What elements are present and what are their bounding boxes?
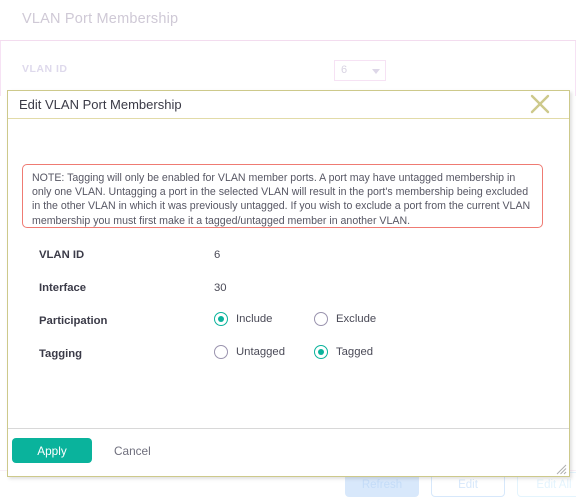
interface-label: Interface: [39, 282, 87, 294]
resize-grip-icon[interactable]: [555, 462, 567, 475]
field-row-vlan-id: VLAN ID 6: [8, 246, 569, 279]
background-vlan-id-select-value: 6: [341, 64, 348, 76]
background-panel-left-edge: [0, 41, 1, 96]
background-vlan-id-label: VLAN ID: [22, 63, 68, 75]
note-box: NOTE: Tagging will only be enabled for V…: [22, 164, 543, 228]
radio-label-untagged: Untagged: [236, 346, 285, 358]
close-icon[interactable]: [525, 89, 555, 119]
interface-value: 30: [214, 282, 227, 294]
radio-participation-include[interactable]: Include: [214, 312, 272, 326]
radio-tagging-tagged[interactable]: Tagged: [314, 345, 373, 359]
note-text: NOTE: Tagging will only be enabled for V…: [32, 172, 531, 227]
dialog-titlebar: Edit VLAN Port Membership: [8, 91, 569, 119]
form-fields: VLAN ID 6 Interface 30 Participation Inc…: [8, 246, 569, 378]
field-row-tagging: Tagging Untagged Tagged: [8, 345, 569, 378]
dialog-title: Edit VLAN Port Membership: [19, 97, 182, 112]
radio-icon-selected: [214, 312, 228, 326]
radio-icon-unselected: [314, 312, 328, 326]
radio-icon-unselected: [214, 345, 228, 359]
cancel-button[interactable]: Cancel: [114, 444, 151, 458]
field-row-interface: Interface 30: [8, 279, 569, 312]
radio-tagging-untagged[interactable]: Untagged: [214, 345, 285, 359]
participation-label: Participation: [39, 315, 108, 327]
apply-button[interactable]: Apply: [12, 438, 92, 463]
radio-participation-exclude[interactable]: Exclude: [314, 312, 376, 326]
dialog-body: NOTE: Tagging will only be enabled for V…: [8, 119, 569, 429]
radio-label-tagged: Tagged: [336, 346, 374, 358]
page-title: VLAN Port Membership: [22, 11, 179, 27]
dialog-footer: Apply Cancel: [8, 428, 569, 476]
edit-vlan-port-membership-dialog: Edit VLAN Port Membership NOTE: Tagging …: [7, 90, 570, 477]
radio-icon-selected: [314, 345, 328, 359]
tagging-label: Tagging: [39, 348, 83, 360]
background-vlan-id-select[interactable]: 6: [334, 60, 386, 81]
chevron-down-icon: [372, 69, 380, 74]
radio-label-include: Include: [236, 313, 273, 325]
radio-label-exclude: Exclude: [336, 313, 377, 325]
vlan-id-label: VLAN ID: [39, 249, 85, 261]
field-row-participation: Participation Include Exclude: [8, 312, 569, 345]
vlan-id-value: 6: [214, 249, 221, 261]
